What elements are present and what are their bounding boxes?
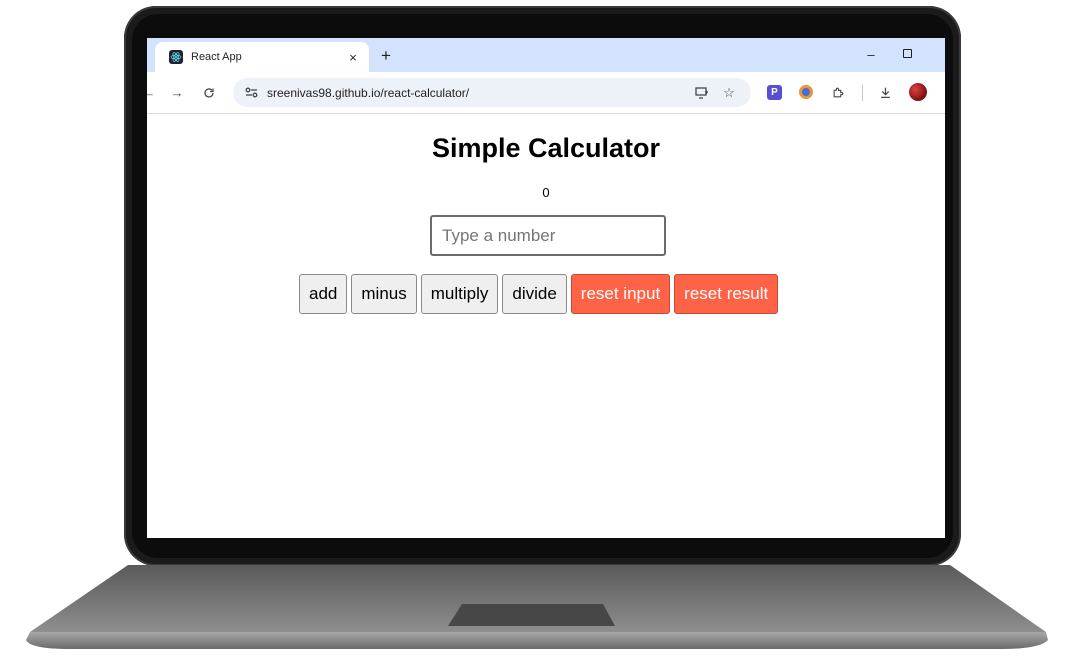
browser-toolbar: ← → sreenivas98.github.io/react-calculat… xyxy=(147,72,945,114)
page-title: Simple Calculator xyxy=(431,133,661,163)
browser-window: React App × + – ← → sreenivas98.github.i… xyxy=(147,38,945,538)
extensions-puzzle-icon[interactable] xyxy=(828,83,848,103)
tab-title: React App xyxy=(191,51,242,63)
reset-result-button[interactable]: reset result xyxy=(674,274,779,314)
extension-p-icon[interactable]: P xyxy=(767,85,782,100)
minimize-window-button[interactable]: – xyxy=(859,44,883,66)
operation-buttons: add minus multiply divide reset input re… xyxy=(299,274,782,314)
close-tab-icon[interactable]: × xyxy=(343,50,363,65)
url-text: sreenivas98.github.io/react-calculator/ xyxy=(267,85,470,100)
number-input[interactable] xyxy=(430,215,666,256)
divide-button[interactable]: divide xyxy=(502,274,567,314)
forward-arrow-icon[interactable]: → xyxy=(167,83,187,103)
reset-input-button[interactable]: reset input xyxy=(570,274,671,314)
new-tab-button[interactable]: + xyxy=(375,45,397,67)
multiply-button[interactable]: multiply xyxy=(420,274,499,314)
bookmark-star-icon[interactable]: ☆ xyxy=(719,83,739,103)
minus-button[interactable]: minus xyxy=(351,274,417,314)
calculator-page: Simple Calculator 0 add minus multiply d… xyxy=(147,114,945,538)
install-app-icon[interactable] xyxy=(692,83,712,103)
reload-icon[interactable] xyxy=(199,83,219,103)
site-info-icon[interactable] xyxy=(241,83,261,103)
result-display: 0 xyxy=(542,185,550,200)
download-icon[interactable] xyxy=(875,83,895,103)
browser-tab[interactable]: React App × xyxy=(155,42,369,72)
laptop-mockup: React App × + – ← → sreenivas98.github.i… xyxy=(0,0,1070,662)
address-bar[interactable]: sreenivas98.github.io/react-calculator/ … xyxy=(233,78,751,107)
back-arrow-icon[interactable]: ← xyxy=(147,83,159,103)
toolbar-separator xyxy=(862,85,863,101)
maximize-window-button[interactable] xyxy=(903,49,912,58)
react-logo-icon xyxy=(169,50,183,64)
add-button[interactable]: add xyxy=(299,274,348,314)
laptop-base xyxy=(0,560,1070,660)
extension-circle-icon[interactable] xyxy=(799,85,813,99)
tab-strip: React App × + – xyxy=(147,38,945,72)
profile-avatar-icon[interactable] xyxy=(909,83,927,101)
